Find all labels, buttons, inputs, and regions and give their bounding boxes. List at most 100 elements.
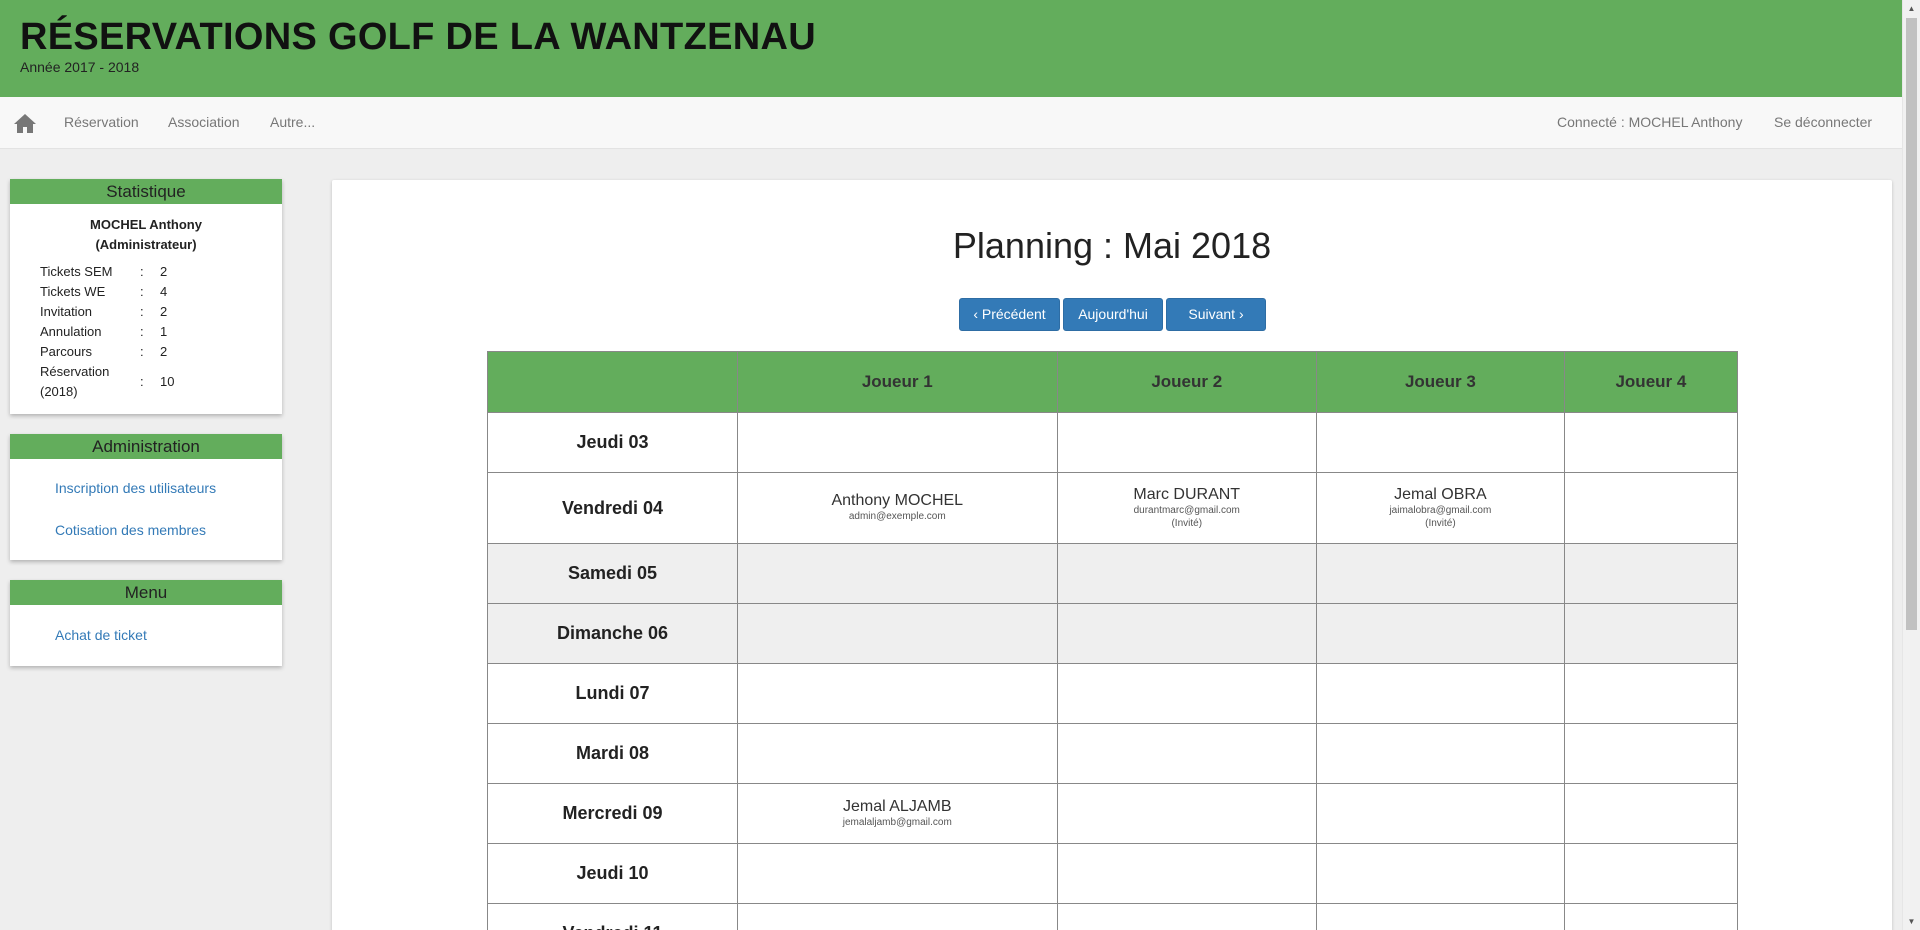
player-slot[interactable] xyxy=(737,843,1058,904)
stat-value: 10 xyxy=(160,374,175,389)
home-icon[interactable] xyxy=(13,112,37,134)
player-slot[interactable] xyxy=(1056,843,1317,904)
logout-link[interactable]: Se déconnecter xyxy=(1774,114,1872,130)
stat-row: Réservation (2018) : 10 xyxy=(10,361,282,401)
player-email: jaimalobra@gmail.com xyxy=(1389,505,1492,516)
player-slot[interactable] xyxy=(1056,543,1317,604)
previous-button[interactable]: ‹ Précédent xyxy=(959,298,1060,331)
table-row: Jeudi 10 xyxy=(487,843,1739,904)
stat-row: Parcours : 2 xyxy=(10,341,282,361)
stat-value: 2 xyxy=(160,344,168,359)
player-slot[interactable] xyxy=(1315,783,1565,844)
user-registration-link[interactable]: Inscription des utilisateurs xyxy=(55,480,216,496)
stat-label: Tickets SEM xyxy=(40,264,113,279)
player-slot[interactable]: Jemal OBRA jaimalobra@gmail.com (Invité) xyxy=(1315,472,1565,544)
table-row: Mardi 08 xyxy=(487,723,1739,784)
scroll-down-icon[interactable]: ▼ xyxy=(1903,913,1920,930)
player-slot[interactable] xyxy=(737,663,1058,724)
administration-title: Administration xyxy=(10,434,282,459)
player-slot[interactable] xyxy=(1563,783,1739,844)
next-button[interactable]: Suivant › xyxy=(1166,298,1266,331)
player-slot[interactable] xyxy=(737,723,1058,784)
menu-title: Menu xyxy=(10,580,282,605)
administration-panel: Administration Inscription des utilisate… xyxy=(10,434,282,560)
stat-row: Invitation : 2 xyxy=(10,301,282,321)
player-slot[interactable] xyxy=(1315,603,1565,664)
today-button[interactable]: Aujourd'hui xyxy=(1063,298,1163,331)
player-slot[interactable] xyxy=(1056,723,1317,784)
player-slot[interactable] xyxy=(1056,783,1317,844)
player-slot[interactable] xyxy=(1315,903,1565,930)
scrollbar-thumb[interactable] xyxy=(1906,18,1917,630)
nav-reservation[interactable]: Réservation xyxy=(64,114,139,130)
player-slot[interactable] xyxy=(737,603,1058,664)
player-slot[interactable] xyxy=(1056,603,1317,664)
day-cell: Mercredi 09 xyxy=(487,783,738,844)
stat-label: Annulation xyxy=(40,324,102,339)
player-slot[interactable] xyxy=(1563,603,1739,664)
stat-value: 2 xyxy=(160,304,168,319)
player-slot[interactable] xyxy=(737,412,1058,473)
statistics-title: Statistique xyxy=(10,179,282,204)
table-header-row: Joueur 1 Joueur 2 Joueur 3 Joueur 4 xyxy=(487,351,1739,413)
table-row: Vendredi 11 xyxy=(487,903,1739,930)
page-scrollbar[interactable]: ▲ ▼ xyxy=(1902,0,1920,930)
player-name: Anthony MOCHEL xyxy=(831,492,964,509)
player-slot[interactable]: Anthony MOCHEL admin@exemple.com xyxy=(737,472,1058,544)
column-header: Joueur 1 xyxy=(737,351,1058,413)
stat-separator: : xyxy=(140,344,144,359)
navbar: Réservation Association Autre... Connect… xyxy=(0,97,1902,149)
planning-card: Planning : Mai 2018 ‹ Précédent Aujourd'… xyxy=(332,180,1892,930)
nav-association[interactable]: Association xyxy=(168,114,240,130)
player-slot[interactable] xyxy=(1563,903,1739,930)
player-slot[interactable] xyxy=(1056,663,1317,724)
app-subtitle: Année 2017 - 2018 xyxy=(20,59,140,75)
top-header: RÉSERVATIONS GOLF DE LA WANTZENAU Année … xyxy=(0,0,1902,97)
player-slot[interactable] xyxy=(737,543,1058,604)
player-slot[interactable] xyxy=(1056,412,1317,473)
stat-label: Invitation xyxy=(40,304,93,319)
day-cell: Samedi 05 xyxy=(487,543,738,604)
player-slot[interactable] xyxy=(1056,903,1317,930)
table-row: Jeudi 03 xyxy=(487,412,1739,473)
day-cell: Vendredi 04 xyxy=(487,472,738,544)
player-slot[interactable] xyxy=(1315,663,1565,724)
stat-row: Tickets SEM : 2 xyxy=(10,261,282,281)
player-slot[interactable] xyxy=(1315,543,1565,604)
nav-autre[interactable]: Autre... xyxy=(270,114,315,130)
player-slot[interactable] xyxy=(1563,543,1739,604)
player-slot[interactable] xyxy=(1315,412,1565,473)
player-email: admin@exemple.com xyxy=(848,511,946,522)
menu-panel: Menu Achat de ticket xyxy=(10,580,282,666)
column-header: Joueur 3 xyxy=(1315,351,1565,413)
player-name: Marc DURANT xyxy=(1133,486,1241,503)
stat-label-year: (2018) xyxy=(40,384,78,399)
player-slot[interactable] xyxy=(1315,723,1565,784)
statistics-panel: Statistique MOCHEL Anthony (Administrate… xyxy=(10,179,282,414)
player-slot[interactable] xyxy=(1563,472,1739,544)
player-slot[interactable] xyxy=(1563,843,1739,904)
player-slot[interactable] xyxy=(1563,412,1739,473)
player-guest-note: (Invité) xyxy=(1425,518,1456,529)
player-slot[interactable] xyxy=(1315,843,1565,904)
player-slot[interactable] xyxy=(737,903,1058,930)
day-cell: Vendredi 11 xyxy=(487,903,738,930)
member-dues-link[interactable]: Cotisation des membres xyxy=(55,522,206,538)
player-slot[interactable] xyxy=(1563,663,1739,724)
table-row: Vendredi 04 Anthony MOCHEL admin@exemple.c… xyxy=(487,472,1739,544)
stat-label: Parcours xyxy=(40,344,93,359)
buy-ticket-link[interactable]: Achat de ticket xyxy=(55,627,147,643)
scroll-up-icon[interactable]: ▲ xyxy=(1903,0,1920,17)
player-email: durantmarc@gmail.com xyxy=(1133,505,1240,516)
player-guest-note: (Invité) xyxy=(1171,518,1203,529)
app-title: RÉSERVATIONS GOLF DE LA WANTZENAU xyxy=(20,16,816,58)
stat-row: Annulation : 1 xyxy=(10,321,282,341)
column-header: Joueur 4 xyxy=(1563,351,1739,413)
player-slot[interactable]: Jemal ALJAMB jemalaljamb@gmail.com xyxy=(737,783,1058,844)
player-slot[interactable] xyxy=(1563,723,1739,784)
stat-value: 2 xyxy=(160,264,168,279)
day-cell: Mardi 08 xyxy=(487,723,738,784)
planning-table: Joueur 1 Joueur 2 Joueur 3 Joueur 4 Jeud… xyxy=(487,351,1739,930)
stat-separator: : xyxy=(140,264,144,279)
player-slot[interactable]: Marc DURANT durantmarc@gmail.com (Invité) xyxy=(1056,472,1317,544)
